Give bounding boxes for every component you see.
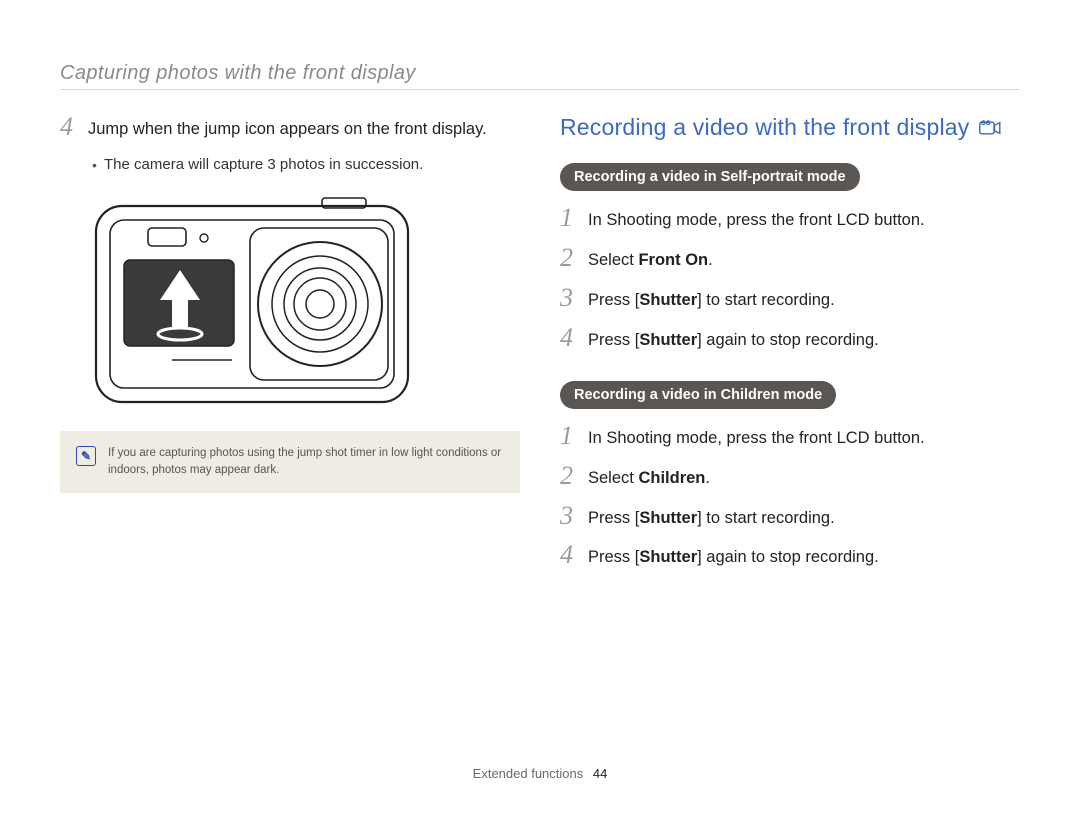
footer-label: Extended functions [473, 766, 584, 781]
step-text: Select Children. [588, 463, 710, 491]
section-title: Recording a video with the front display [560, 114, 1020, 141]
step-item: 1 In Shooting mode, press the front LCD … [560, 423, 1020, 451]
step-number: 4 [60, 114, 88, 140]
step-item: 3 Press [Shutter] to start recording. [560, 503, 1020, 531]
page-number: 44 [593, 766, 607, 781]
step-number: 1 [560, 205, 588, 231]
camera-illustration [92, 194, 412, 406]
step-text: Jump when the jump icon appears on the f… [88, 114, 487, 142]
manual-page: Capturing photos with the front display … [0, 0, 1080, 815]
step-item: 1 In Shooting mode, press the front LCD … [560, 205, 1020, 233]
step-text: Press [Shutter] again to stop recording. [588, 542, 879, 570]
step-item: 4 Press [Shutter] again to stop recordin… [560, 542, 1020, 570]
video-mode-icon [979, 120, 1001, 136]
right-column: Recording a video with the front display… [560, 114, 1020, 582]
note-box: ✎ If you are capturing photos using the … [60, 431, 520, 492]
step-number: 4 [560, 542, 588, 568]
bullet-dot-icon: • [92, 154, 104, 177]
step-text: Press [Shutter] to start recording. [588, 503, 835, 531]
note-text: If you are capturing photos using the ju… [108, 445, 504, 478]
step-text: In Shooting mode, press the front LCD bu… [588, 423, 925, 451]
step-item: 3 Press [Shutter] to start recording. [560, 285, 1020, 313]
bullet-item: • The camera will capture 3 photos in su… [92, 154, 520, 177]
bullet-text: The camera will capture 3 photos in succ… [104, 154, 423, 177]
step-text: In Shooting mode, press the front LCD bu… [588, 205, 925, 233]
step-item: 4 Jump when the jump icon appears on the… [60, 114, 520, 142]
step-item: 2 Select Children. [560, 463, 1020, 491]
mode-pill: Recording a video in Children mode [560, 381, 836, 409]
mode-pill: Recording a video in Self-portrait mode [560, 163, 860, 191]
step-number: 2 [560, 463, 588, 489]
step-number: 3 [560, 503, 588, 529]
section-title-text: Recording a video with the front display [560, 114, 969, 141]
step-number: 1 [560, 423, 588, 449]
columns: 4 Jump when the jump icon appears on the… [60, 114, 1020, 582]
step-text: Select Front On. [588, 245, 713, 273]
left-column: 4 Jump when the jump icon appears on the… [60, 114, 520, 582]
step-number: 2 [560, 245, 588, 271]
camera-figure [92, 194, 520, 411]
step-number: 4 [560, 325, 588, 351]
note-icon: ✎ [76, 446, 96, 466]
step-item: 4 Press [Shutter] again to stop recordin… [560, 325, 1020, 353]
page-header: Capturing photos with the front display [60, 62, 1020, 90]
page-footer: Extended functions 44 [0, 766, 1080, 781]
step-text: Press [Shutter] to start recording. [588, 285, 835, 313]
step-number: 3 [560, 285, 588, 311]
step-text: Press [Shutter] again to stop recording. [588, 325, 879, 353]
step-item: 2 Select Front On. [560, 245, 1020, 273]
